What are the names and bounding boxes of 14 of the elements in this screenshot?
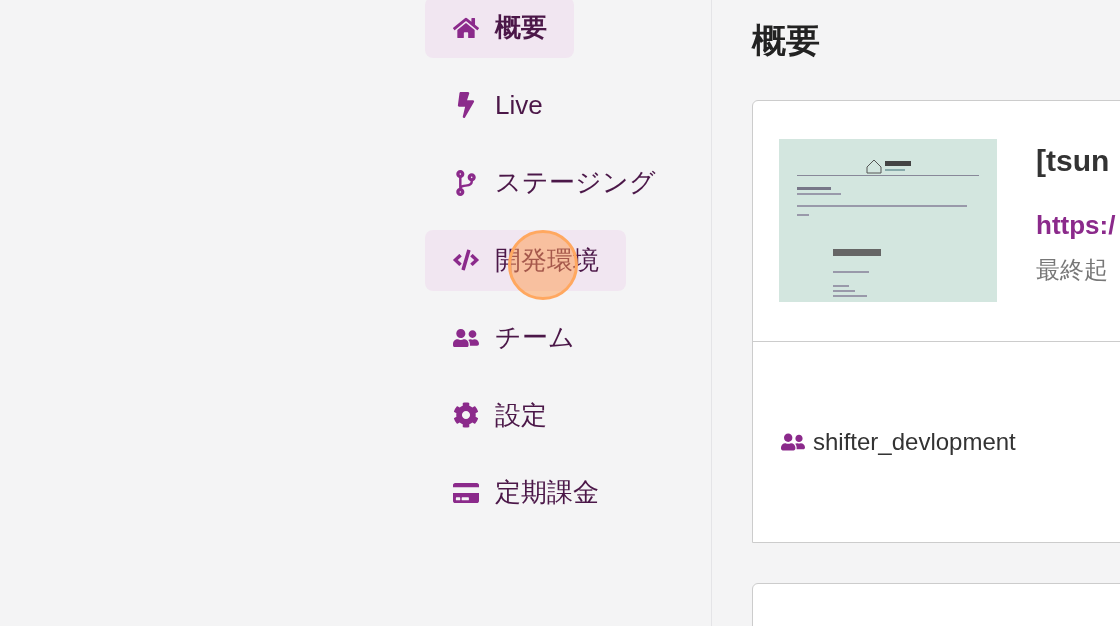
code-icon xyxy=(453,247,479,273)
sidebar-item[interactable]: 定期課金 xyxy=(425,462,626,523)
site-name: [tsun xyxy=(1036,143,1111,179)
sidebar-item[interactable]: Live xyxy=(425,74,570,136)
branch-icon xyxy=(453,169,479,196)
sidebar-item[interactable]: 設定 xyxy=(425,384,574,446)
page-title: 概要 xyxy=(752,20,821,61)
site-url-link[interactable]: https:/ xyxy=(1036,209,1116,241)
sidebar-item[interactable]: チーム xyxy=(425,307,602,368)
sidebar-item[interactable]: ステージング xyxy=(425,152,683,213)
sidebar-item[interactable]: 概要 xyxy=(425,0,574,58)
last-started-text: 最終起 xyxy=(1036,255,1109,285)
settings-icon xyxy=(453,402,479,428)
team-name: shifter_devlopment xyxy=(813,427,1016,457)
